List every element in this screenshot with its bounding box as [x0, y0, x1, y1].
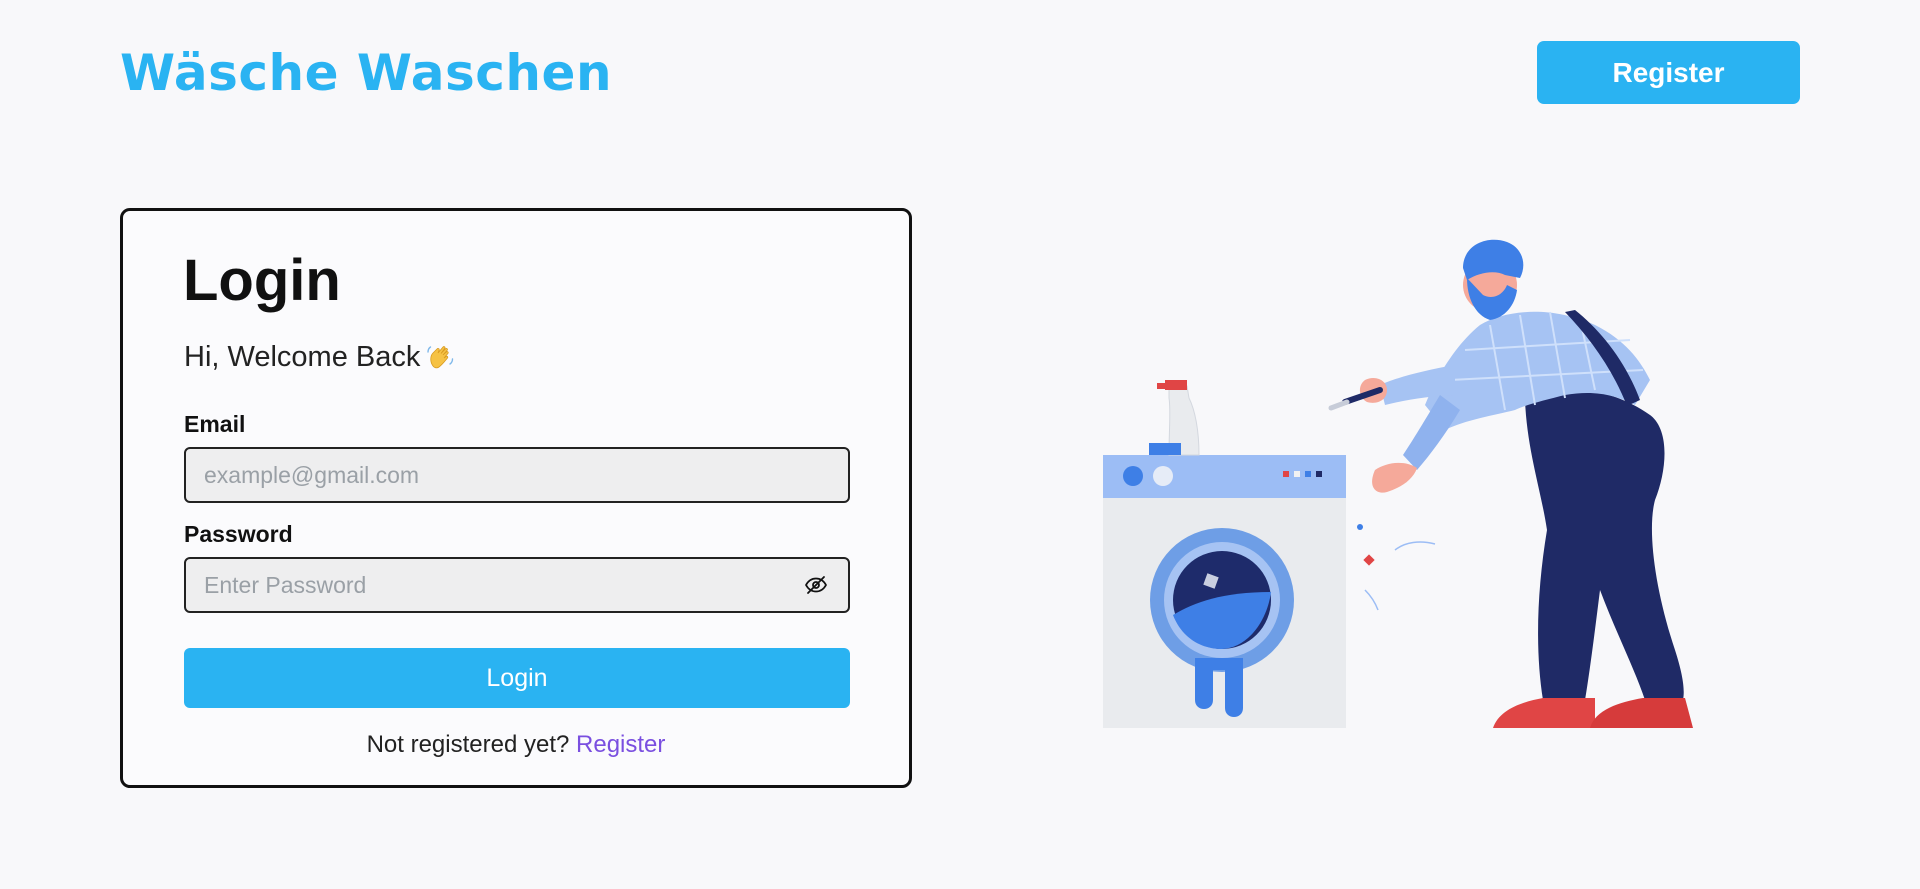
email-input-wrapper	[184, 447, 850, 503]
register-button[interactable]: Register	[1537, 41, 1800, 104]
password-input[interactable]	[186, 559, 802, 611]
login-title: Login	[183, 248, 341, 313]
login-page: Wäsche Waschen Register Login Hi, Welcom…	[0, 0, 1920, 889]
login-submit-button[interactable]: Login	[184, 648, 850, 708]
password-label: Password	[184, 521, 293, 547]
welcome-text: Hi, Welcome Back	[184, 341, 421, 373]
login-card: Login Hi, Welcome Back Email Password	[120, 208, 912, 788]
brand-logo[interactable]: Wäsche Waschen	[120, 44, 612, 102]
eye-slash-icon[interactable]	[802, 571, 830, 599]
email-label: Email	[184, 411, 246, 437]
email-input[interactable]	[186, 449, 848, 501]
register-prompt: Not registered yet? Register	[123, 731, 909, 759]
register-prompt-text: Not registered yet?	[366, 731, 570, 758]
register-link[interactable]: Register	[576, 731, 665, 758]
password-input-wrapper	[184, 557, 850, 613]
waving-hand-icon	[427, 345, 454, 368]
welcome-message: Hi, Welcome Back	[184, 341, 456, 374]
laundry-repair-illustration	[1103, 239, 1693, 728]
